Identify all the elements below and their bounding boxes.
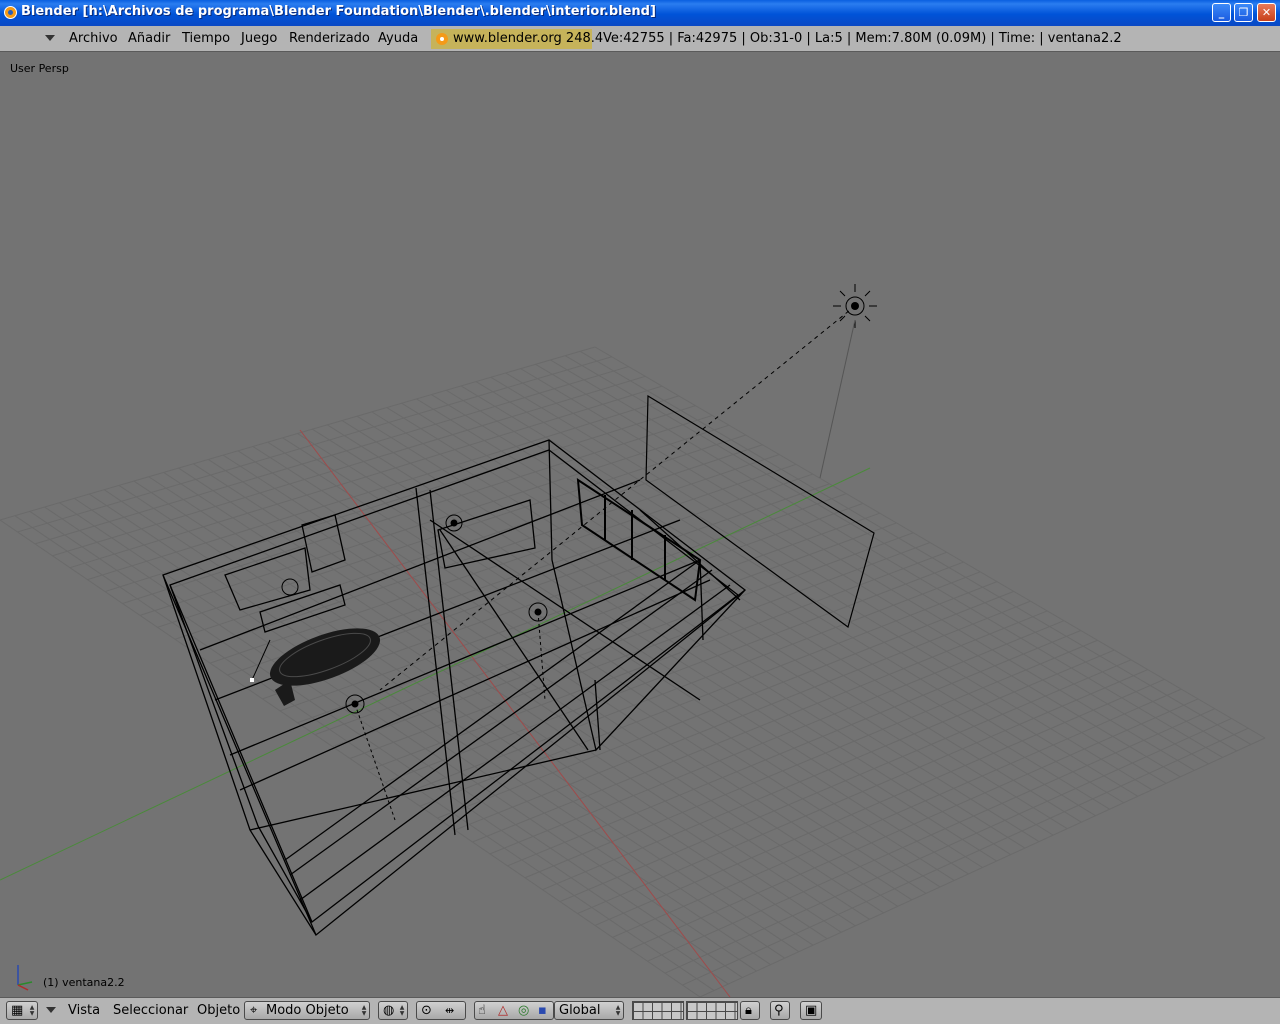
wireframe-sphere-icon: ◍ [383, 1003, 395, 1018]
render-view-button[interactable]: ▣ [800, 1001, 822, 1020]
layer-buttons-1[interactable] [632, 1001, 684, 1020]
link-scene-button[interactable]: ⚲ [770, 1001, 790, 1020]
blender-org-link[interactable]: www.blender.org 248.4 [431, 29, 603, 49]
restore-button[interactable]: ❐ [1234, 3, 1253, 22]
close-button[interactable]: ✕ [1257, 3, 1276, 22]
minimize-button[interactable]: _ [1212, 3, 1231, 22]
grid-line [612, 688, 1182, 938]
floor-grid [0, 346, 1266, 997]
window-title: Blender [h:\Archivos de programa\Blender… [21, 4, 656, 19]
layer-buttons-2[interactable] [686, 1001, 738, 1020]
manipulator-buttons[interactable]: ☝ △ ◎ ▪ [474, 1001, 554, 1020]
active-object-label: (1) ventana2.2 [43, 976, 125, 989]
header-collapse-triangle-icon[interactable] [46, 1007, 56, 1013]
menu-renderizado[interactable]: Renderizado [289, 31, 370, 46]
orientation-label: Global [559, 1003, 601, 1018]
object-mode-icon: ⌖ [250, 1003, 258, 1018]
lock-layers-button[interactable]: 🔒︎ [740, 1001, 760, 1020]
hand-icon[interactable]: ☝ [478, 1002, 486, 1019]
grid-line [594, 678, 1165, 926]
mode-label: Modo Objeto [266, 1003, 349, 1018]
version-label: www.blender.org 248.4 [453, 31, 604, 46]
menu-archivo[interactable]: Archivo [69, 31, 118, 46]
grid-line [629, 698, 1199, 950]
menu-anadir[interactable]: Añadir [128, 31, 170, 46]
blender-logo-icon [4, 6, 17, 19]
grid-line [550, 359, 1223, 758]
orientation-selector[interactable]: Global ▲ ▼ [554, 1001, 624, 1020]
menu-seleccionar[interactable]: Seleccionar [113, 1003, 188, 1018]
menu-juego[interactable]: Juego [241, 31, 277, 46]
link-icon: ⚲ [774, 1003, 784, 1018]
scene-stats: Ve:42755 | Fa:42975 | Ob:31-0 | La:5 | M… [603, 31, 1122, 46]
menu-vista[interactable]: Vista [68, 1003, 100, 1018]
title-bar[interactable]: Blender [h:\Archivos de programa\Blender… [0, 0, 1280, 26]
axis-gizmo [17, 965, 33, 991]
grid-icon: ▦ [11, 1003, 24, 1018]
updown-arrows-icon: ▲ ▼ [361, 1004, 367, 1017]
viewport-canvas [0, 284, 1266, 997]
render-icon: ▣ [805, 1003, 818, 1018]
draw-type-selector[interactable]: ◍ ▲ ▼ [378, 1001, 408, 1020]
snap-icon: ⇹ [445, 1004, 455, 1017]
grid-line [699, 737, 1266, 997]
header-collapse-triangle-icon[interactable] [45, 35, 55, 41]
3d-view-header: ▦ ▲ ▼ Vista Seleccionar Objeto ⌖ Modo Obj… [0, 997, 1280, 1024]
mode-selector[interactable]: ⌖ Modo Objeto ▲ ▼ [244, 1001, 370, 1020]
pivot-selector[interactable]: ⊙ ⇹ [416, 1001, 466, 1020]
menu-ayuda[interactable]: Ayuda [378, 31, 418, 46]
pivot-icon: ⊙ [421, 1003, 432, 1018]
editor-type-selector[interactable]: ▦ ▲ ▼ [6, 1001, 38, 1020]
grid-line [682, 727, 1249, 986]
updown-arrows-icon: ▲ ▼ [29, 1004, 35, 1017]
rotate-icon[interactable]: ◎ [518, 1002, 529, 1019]
grid-line [664, 717, 1232, 974]
view-label: User Persp [10, 62, 69, 75]
updown-arrows-icon: ▲ ▼ [399, 1004, 405, 1017]
lock-icon: 🔒︎ [745, 1003, 752, 1018]
menu-tiempo[interactable]: Tiempo [182, 31, 230, 46]
info-header: Archivo Añadir Tiempo Juego Renderizado … [0, 26, 1280, 52]
scale-icon[interactable]: ▪ [538, 1002, 547, 1019]
updown-arrows-icon: ▲ ▼ [615, 1004, 621, 1017]
menu-objeto[interactable]: Objeto [197, 1003, 240, 1018]
blender-icon [436, 33, 448, 45]
3d-viewport[interactable]: User Persp (1) ventana2.2 [0, 53, 1280, 997]
grid-line [647, 708, 1215, 962]
translate-icon[interactable]: △ [498, 1002, 508, 1019]
